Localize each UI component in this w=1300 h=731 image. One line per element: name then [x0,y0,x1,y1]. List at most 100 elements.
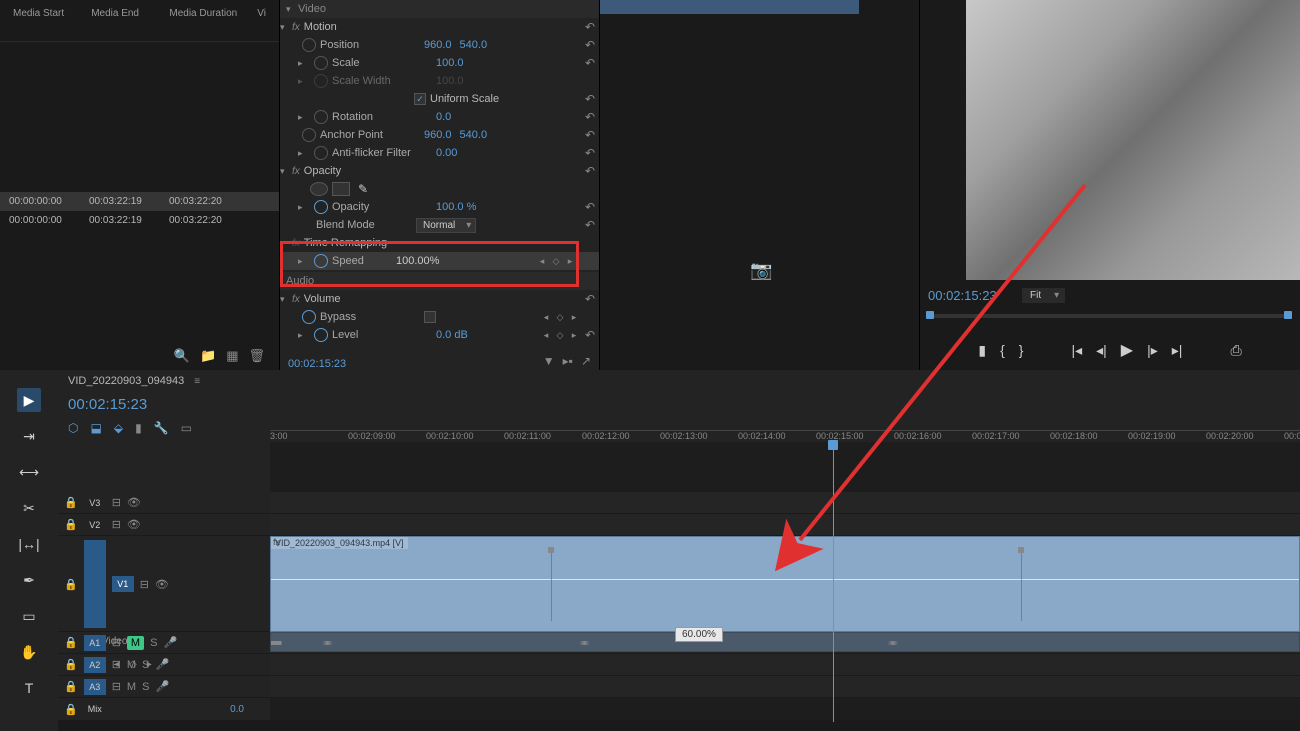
video-preview[interactable] [966,0,1300,280]
play-icon[interactable]: ▸▪ [563,354,573,368]
trash-icon[interactable]: 🗑 [248,348,265,364]
marker-add-icon[interactable]: ▮ [135,421,142,435]
reset-icon[interactable]: ↶ [585,200,595,214]
bypass-checkbox[interactable] [424,311,436,323]
ripple-edit-tool[interactable]: ⟷ [17,460,41,484]
scrubber-out-marker[interactable] [1284,311,1292,319]
filter-icon[interactable]: ▼ [543,354,555,368]
twirl-icon[interactable]: ▸ [298,148,310,159]
twirl-icon[interactable]: ▸ [298,330,310,341]
v3-track[interactable] [270,492,1300,514]
blend-mode-select[interactable]: Normal [416,218,476,233]
position-x[interactable]: 960.0 [420,39,456,51]
export-icon[interactable]: ↗ [581,354,591,368]
lock-icon[interactable]: 🔒 [64,518,78,531]
pen-tool[interactable]: ✒ [17,568,41,592]
position-y[interactable]: 540.0 [456,39,492,51]
a3-track[interactable] [270,676,1300,698]
track-select-tool[interactable]: ⇥ [17,424,41,448]
mute-toggle[interactable]: M [127,636,144,650]
reset-icon[interactable]: ↶ [585,146,595,160]
lock-icon[interactable]: 🔒 [64,496,78,509]
eye-icon[interactable]: 👁 [155,578,169,591]
lock-icon[interactable]: 🔒 [64,578,78,591]
pen-mask-icon[interactable]: ✎ [358,182,368,196]
twirl-icon[interactable]: ▸ [298,256,310,267]
anchor-y[interactable]: 540.0 [456,129,492,141]
col-vi[interactable]: Vi [249,8,274,33]
program-scrubber[interactable] [926,314,1292,318]
effects-timecode[interactable]: 00:02:15:23 [288,358,346,370]
twirl-icon[interactable]: ▸ [298,58,310,69]
stopwatch-icon[interactable] [302,310,316,324]
stopwatch-icon[interactable] [314,110,328,124]
reset-icon[interactable]: ↶ [585,164,595,178]
solo-toggle[interactable]: S [142,659,149,671]
rectangle-tool[interactable]: ▭ [17,604,41,628]
level-value[interactable]: 0.0 dB [432,329,472,341]
keyframe-handle[interactable] [548,547,554,553]
uniform-scale-checkbox[interactable] [414,93,426,105]
reset-icon[interactable]: ↶ [585,218,595,232]
tab-menu-icon[interactable]: ≡ [194,376,200,387]
v1-track[interactable]: fx VID_20220903_094943.mp4 [V] [270,536,1300,632]
out-point-icon[interactable]: } [1019,342,1024,358]
keyframe-handle[interactable] [1018,547,1024,553]
a1-track[interactable]: 60.00% [270,632,1300,654]
snap-icon[interactable]: ⬡ [68,421,78,435]
solo-toggle[interactable]: S [142,681,149,693]
reset-icon[interactable]: ↶ [585,128,595,142]
go-to-out-icon[interactable]: ▸| [1172,342,1183,359]
v2-track-header[interactable]: 🔒 V2 ⊟ 👁 [58,514,270,536]
volume-header[interactable]: ▾ fx Volume ↶ [280,290,599,308]
mute-toggle[interactable]: M [127,659,136,671]
project-row[interactable]: 00:00:00:00 00:03:22:19 00:03:22:20 [0,192,279,211]
eye-icon[interactable]: 👁 [127,496,141,509]
twirl-icon[interactable]: ▾ [286,4,298,15]
prev-keyframe-icon[interactable]: ◂ [541,312,551,322]
twirl-icon[interactable]: ▸ [298,202,310,213]
sync-lock-icon[interactable]: ⊟ [112,658,121,671]
hand-tool[interactable]: ✋ [17,640,41,664]
stopwatch-icon[interactable] [314,56,328,70]
reset-icon[interactable]: ↶ [585,56,595,70]
stopwatch-icon[interactable] [302,38,316,52]
sync-lock-icon[interactable]: ⊟ [112,636,121,649]
stopwatch-icon[interactable] [314,200,328,214]
speed-keyframe[interactable] [1021,549,1022,621]
voice-over-icon[interactable]: 🎤 [155,658,169,671]
prev-keyframe-icon[interactable]: ◂ [541,330,551,340]
antiflicker-value[interactable]: 0.00 [432,147,461,159]
eye-icon[interactable]: 👁 [127,518,141,531]
marker-icon[interactable]: ▮ [978,342,986,359]
col-media-end[interactable]: Media End [83,8,161,33]
timeline-tracks-area[interactable]: fx VID_20220903_094943.mp4 [V] 60.00% [270,442,1300,720]
opacity-header[interactable]: ▾ fx Opacity ↶ [280,162,599,180]
reset-icon[interactable]: ↶ [585,110,595,124]
reset-icon[interactable]: ↶ [585,328,595,342]
scale-value[interactable]: 100.0 [432,57,468,69]
v3-track-header[interactable]: 🔒 V3 ⊟ 👁 [58,492,270,514]
opacity-value[interactable]: 100.0 % [432,201,480,213]
time-remapping-header[interactable]: ▾ fx Time Remapping [280,234,599,252]
sync-lock-icon[interactable]: ⊟ [112,680,121,693]
add-keyframe-icon[interactable]: ◇ [555,312,565,322]
a3-track-header[interactable]: 🔒 A3 ⊟ M S 🎤 [58,676,270,698]
twirl-icon[interactable]: ▾ [280,294,292,305]
new-item-icon[interactable]: ▦ [226,348,238,364]
v1-source-patch[interactable] [84,540,106,628]
play-button[interactable]: ▶ [1121,340,1133,360]
reset-icon[interactable]: ↶ [585,38,595,52]
audio-clip[interactable] [270,632,1300,652]
mute-toggle[interactable]: M [127,681,136,693]
video-section-header[interactable]: ▾ Video [280,0,599,18]
mix-track-header[interactable]: 🔒 Mix 0.0 ▸◂ [58,698,270,720]
mix-value[interactable]: 0.0 [230,704,244,715]
caption-icon[interactable]: ▭ [181,421,192,435]
ellipse-mask-icon[interactable] [310,182,328,196]
lock-icon[interactable]: 🔒 [64,680,78,693]
v1-track-header[interactable]: 🔒 V1 ⊟ 👁 Video 1 ◂ ◇ ▸ [58,536,270,632]
v2-track[interactable] [270,514,1300,536]
lock-icon[interactable]: 🔒 [64,658,78,671]
lock-icon[interactable]: 🔒 [64,703,78,716]
